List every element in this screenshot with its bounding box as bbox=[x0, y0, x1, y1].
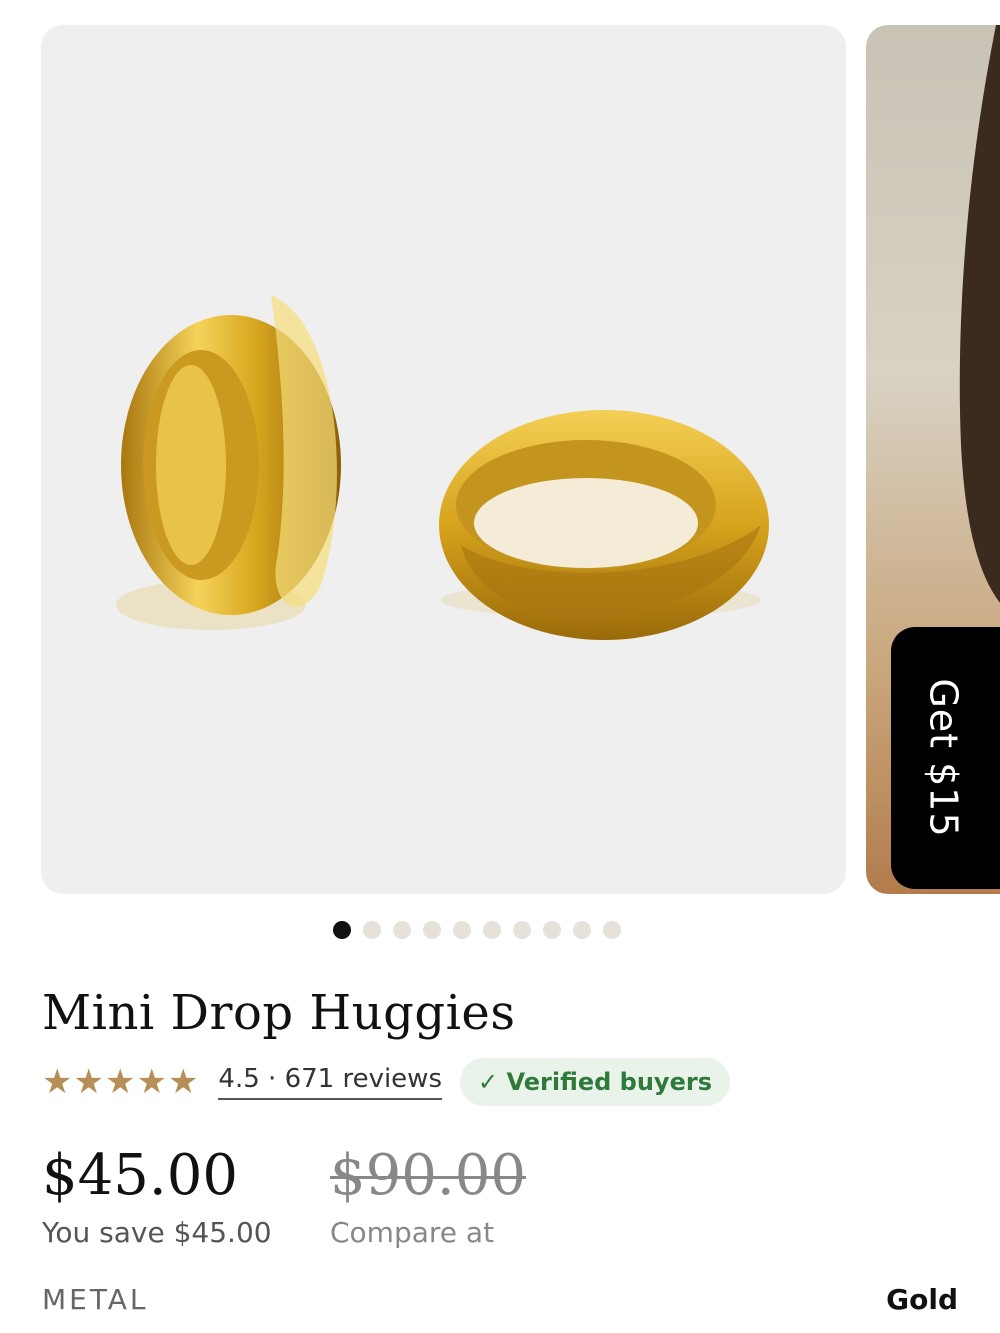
carousel-dot[interactable] bbox=[453, 921, 471, 939]
carousel-dot[interactable] bbox=[363, 921, 381, 939]
carousel-dot[interactable] bbox=[333, 921, 351, 939]
rating-row: ★ ★ ★ ★ ★ 4.5 · 671 reviews ✓ Verified b… bbox=[42, 1058, 730, 1106]
star-icon: ★ bbox=[104, 1062, 136, 1102]
star-rating: ★ ★ ★ ★ ★ bbox=[42, 1065, 198, 1099]
get-15-promo-tab[interactable]: Get $15 bbox=[891, 627, 1000, 889]
carousel-pagination bbox=[333, 921, 621, 939]
reviews-link[interactable]: 4.5 · 671 reviews bbox=[218, 1064, 442, 1100]
carousel-dot[interactable] bbox=[603, 921, 621, 939]
gold-huggie-earrings-image bbox=[116, 295, 769, 640]
compare-at-price: $90.00 bbox=[330, 1143, 526, 1208]
carousel-dot[interactable] bbox=[513, 921, 531, 939]
savings-text: You save $45.00 bbox=[42, 1216, 272, 1249]
metal-option-label: METAL bbox=[42, 1283, 149, 1316]
product-title: Mini Drop Huggies bbox=[42, 985, 516, 1041]
star-icon: ★ bbox=[73, 1062, 104, 1102]
carousel-dot[interactable] bbox=[543, 921, 561, 939]
product-image-main[interactable] bbox=[41, 25, 846, 894]
current-price: $45.00 bbox=[42, 1143, 238, 1208]
carousel-dot[interactable] bbox=[423, 921, 441, 939]
carousel-dot[interactable] bbox=[573, 921, 591, 939]
image-gallery[interactable]: Get $15 bbox=[0, 0, 1000, 900]
star-icon: ★ bbox=[42, 1062, 73, 1102]
star-icon: ★ bbox=[136, 1062, 167, 1102]
carousel-dot[interactable] bbox=[393, 921, 411, 939]
verified-buyers-badge: ✓ Verified buyers bbox=[460, 1058, 730, 1106]
promo-tab-label: Get $15 bbox=[922, 678, 966, 838]
carousel-dot[interactable] bbox=[483, 921, 501, 939]
compare-at-label: Compare at bbox=[330, 1216, 495, 1249]
star-icon: ★ bbox=[167, 1062, 199, 1102]
metal-option-value[interactable]: Gold bbox=[886, 1283, 958, 1316]
